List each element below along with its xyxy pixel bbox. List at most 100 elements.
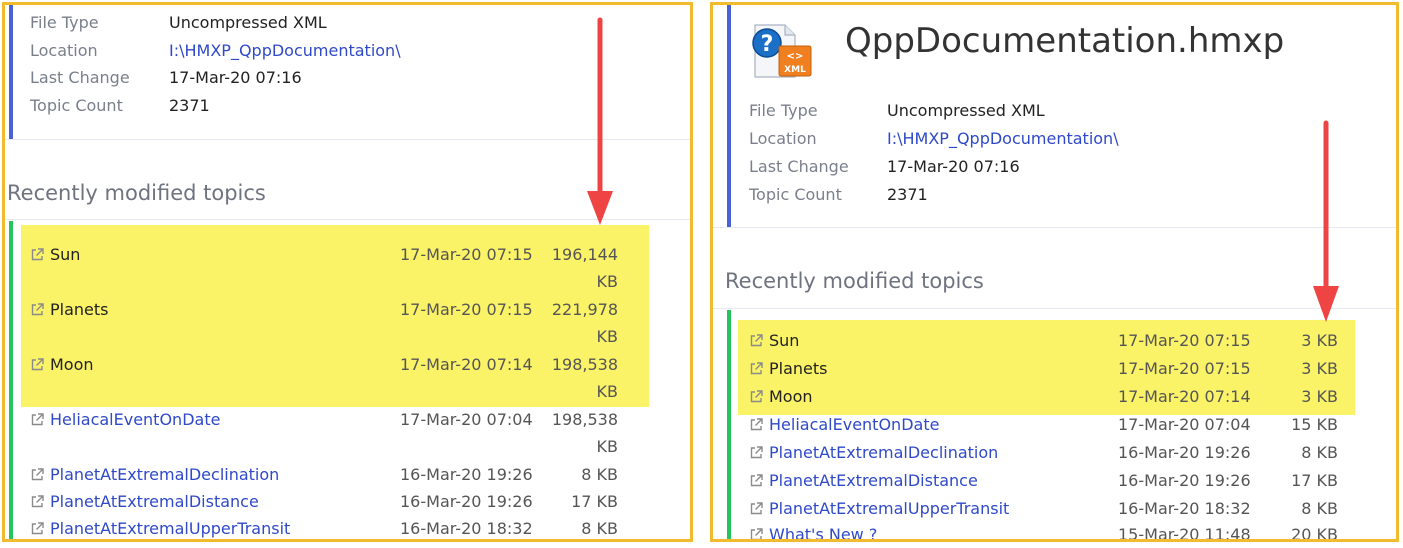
topic-size: 15 KB	[1291, 415, 1338, 434]
topic-size: 3 KB	[1301, 331, 1338, 350]
file-type-value: Uncompressed XML	[169, 13, 327, 32]
info-section-bar	[727, 5, 731, 227]
last-change-label: Last Change	[749, 157, 849, 176]
topic-name: HeliacalEventOnDate	[50, 410, 221, 429]
topic-size: 221,978	[551, 300, 618, 319]
topic-name: Moon	[50, 355, 94, 374]
external-link-icon	[750, 390, 763, 403]
topic-size: 8 KB	[581, 465, 618, 484]
external-link-icon	[750, 474, 763, 487]
topic-date: 16-Mar-20 19:26	[400, 465, 533, 484]
external-link-icon	[31, 522, 44, 535]
topic-name: PlanetAtExtremalDistance	[50, 492, 259, 511]
topic-name: PlanetAtExtremalDistance	[769, 471, 978, 490]
topic-size-unit: KB	[596, 382, 618, 401]
topic-name: Planets	[769, 359, 828, 378]
external-link-icon	[750, 502, 763, 515]
topic-size: 8 KB	[581, 519, 618, 538]
topic-size: 3 KB	[1301, 387, 1338, 406]
topic-link[interactable]: Moon	[30, 355, 94, 374]
document-title: QppDocumentation.hmxp	[845, 21, 1285, 61]
topic-link[interactable]: HeliacalEventOnDate	[749, 415, 939, 434]
file-type-label: File Type	[749, 101, 818, 120]
last-change-label: Last Change	[30, 68, 130, 87]
location-link[interactable]: I:\HMXP_QppDocumentation\	[887, 129, 1119, 148]
topic-size: 3 KB	[1301, 359, 1338, 378]
topic-date: 16-Mar-20 18:32	[1118, 499, 1251, 518]
topic-link[interactable]: What's New ?	[749, 525, 878, 542]
topic-name: HeliacalEventOnDate	[769, 415, 940, 434]
last-change-value: 17-Mar-20 07:16	[887, 157, 1020, 176]
external-link-icon	[750, 334, 763, 347]
topic-size: 198,538	[551, 410, 618, 429]
location-label: Location	[30, 41, 98, 60]
topic-date: 16-Mar-20 18:32	[400, 519, 533, 538]
topic-size-unit: KB	[596, 272, 618, 291]
external-link-icon	[750, 528, 763, 539]
red-down-arrow	[587, 17, 613, 225]
topic-date: 17-Mar-20 07:15	[400, 300, 533, 319]
topic-date: 17-Mar-20 07:15	[1118, 359, 1251, 378]
red-down-arrow	[1313, 120, 1339, 322]
topic-link[interactable]: Moon	[749, 387, 813, 406]
xml-project-file-icon: ? <> XML	[752, 24, 812, 78]
topic-link[interactable]: Sun	[30, 245, 80, 264]
divider	[713, 227, 1396, 228]
topic-size: 17 KB	[1291, 471, 1338, 490]
external-link-icon	[750, 362, 763, 375]
topic-link[interactable]: Planets	[749, 359, 828, 378]
right-screenshot-panel: ? <> XML QppDocumentation.hmxp File Type…	[710, 2, 1399, 542]
topic-name: Planets	[50, 300, 109, 319]
topic-date: 17-Mar-20 07:15	[1118, 331, 1251, 350]
last-change-value: 17-Mar-20 07:16	[169, 68, 302, 87]
topic-name: Sun	[50, 245, 81, 264]
topic-link[interactable]: PlanetAtExtremalUpperTransit	[30, 519, 290, 538]
topic-size: 8 KB	[1301, 499, 1338, 518]
topic-link[interactable]: PlanetAtExtremalUpperTransit	[749, 499, 1009, 518]
topic-link[interactable]: Planets	[30, 300, 109, 319]
divider	[713, 308, 1396, 309]
topic-link[interactable]: PlanetAtExtremalDeclination	[30, 465, 279, 484]
file-type-label: File Type	[30, 13, 99, 32]
topic-name: Sun	[769, 331, 800, 350]
topic-link[interactable]: Sun	[749, 331, 799, 350]
topic-count-label: Topic Count	[30, 96, 123, 115]
topic-name: PlanetAtExtremalDeclination	[50, 465, 280, 484]
topic-link[interactable]: PlanetAtExtremalDistance	[749, 471, 978, 490]
svg-text:?: ?	[761, 32, 774, 57]
external-link-icon	[31, 303, 44, 316]
external-link-icon	[31, 468, 44, 481]
topic-count-value: 2371	[887, 185, 928, 204]
topic-date: 16-Mar-20 19:26	[400, 492, 533, 511]
external-link-icon	[750, 418, 763, 431]
topic-count-value: 2371	[169, 96, 210, 115]
left-screenshot-panel: File Type Uncompressed XML Location I:\H…	[2, 2, 693, 542]
topic-name: What's New ?	[769, 525, 878, 542]
topics-section-bar	[9, 221, 13, 539]
icon-badge-text: XML	[784, 65, 806, 75]
topic-date: 17-Mar-20 07:15	[400, 245, 533, 264]
topic-size: 17 KB	[571, 492, 618, 511]
external-link-icon	[31, 413, 44, 426]
topics-section-bar	[727, 310, 731, 539]
location-link[interactable]: I:\HMXP_QppDocumentation\	[169, 41, 401, 60]
topic-date: 17-Mar-20 07:14	[1118, 387, 1251, 406]
topic-link[interactable]: HeliacalEventOnDate	[30, 410, 220, 429]
topic-date: 17-Mar-20 07:14	[400, 355, 533, 374]
info-section-bar	[9, 5, 13, 139]
topic-size-unit: KB	[596, 437, 618, 456]
external-link-icon	[31, 495, 44, 508]
topic-name: Moon	[769, 387, 813, 406]
topic-date: 17-Mar-20 07:04	[1118, 415, 1251, 434]
topic-name: PlanetAtExtremalDeclination	[769, 443, 999, 462]
topic-name: PlanetAtExtremalUpperTransit	[769, 499, 1010, 518]
topic-link[interactable]: PlanetAtExtremalDeclination	[749, 443, 998, 462]
topic-size-unit: KB	[596, 327, 618, 346]
external-link-icon	[750, 446, 763, 459]
topic-date: 16-Mar-20 19:26	[1118, 443, 1251, 462]
svg-text:<>: <>	[787, 51, 804, 62]
file-type-value: Uncompressed XML	[887, 101, 1045, 120]
topic-link[interactable]: PlanetAtExtremalDistance	[30, 492, 259, 511]
topic-size: 196,144	[551, 245, 618, 264]
topic-size: 8 KB	[1301, 443, 1338, 462]
